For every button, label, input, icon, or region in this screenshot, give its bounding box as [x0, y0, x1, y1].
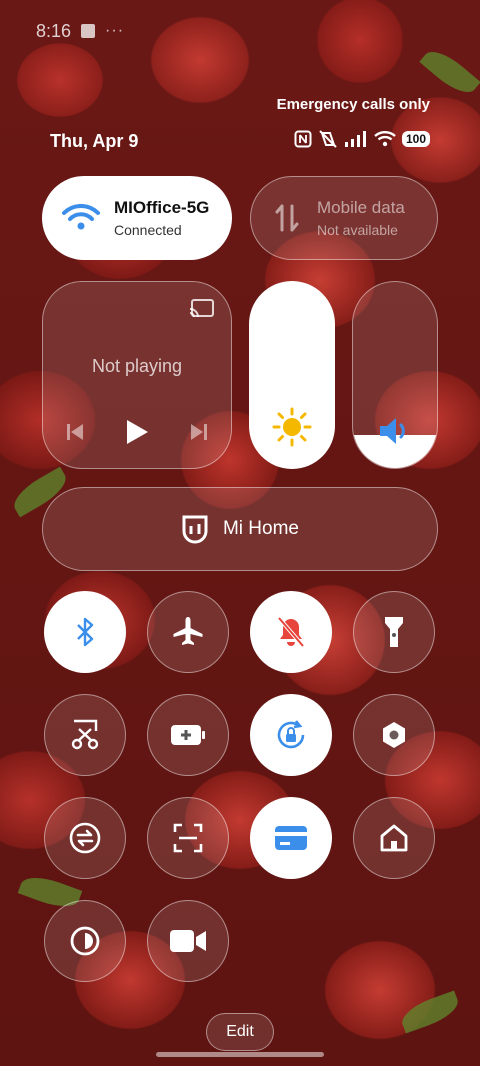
mobile-data-status: Not available [317, 222, 398, 238]
wifi-network-name: MIOffice-5G [114, 198, 210, 217]
edit-button[interactable]: Edit [206, 1013, 274, 1051]
mi-home-icon [182, 515, 208, 544]
video-camera-icon [170, 930, 206, 952]
sync-icon [69, 822, 101, 854]
sun-icon [272, 407, 312, 447]
battery-indicator: 100 [401, 131, 430, 147]
mi-home-label: Mi Home [222, 518, 299, 539]
date-label[interactable]: Thu, Apr 9 [50, 131, 138, 152]
previous-track-icon[interactable] [65, 422, 85, 442]
notification-icon [81, 24, 96, 38]
mobile-data-icon [275, 204, 299, 232]
mobile-data-tile[interactable]: Mobile data Not available [250, 176, 438, 260]
speaker-icon [380, 418, 405, 444]
media-controls [65, 418, 209, 446]
cards-toggle[interactable] [250, 797, 332, 879]
next-track-icon[interactable] [189, 422, 209, 442]
battery-saver-toggle[interactable] [147, 694, 229, 776]
nfc-icon [294, 130, 312, 148]
signal-icon [344, 131, 366, 147]
cast-icon[interactable] [189, 298, 215, 325]
wifi-icon [62, 204, 100, 230]
clock: 8:16 [36, 20, 72, 41]
bluetooth-icon [77, 617, 94, 647]
rotation-lock-toggle[interactable] [250, 694, 332, 776]
battery-plus-icon [171, 725, 205, 745]
mobile-data-label: Mobile data [317, 198, 405, 217]
airplane-mode-toggle[interactable] [147, 591, 229, 673]
flashlight-toggle[interactable] [353, 591, 435, 673]
bluetooth-toggle[interactable] [44, 591, 126, 673]
scissors-icon [71, 719, 99, 750]
screenshot-toggle[interactable] [44, 694, 126, 776]
video-toolbox-toggle[interactable] [147, 900, 229, 982]
card-icon [275, 826, 307, 850]
wifi-tile[interactable]: MIOffice-5G Connected [42, 176, 232, 260]
media-player-tile[interactable]: Not playing [42, 281, 232, 469]
wifi-status: Connected [114, 222, 182, 238]
system-status-icons: 100 [294, 130, 430, 148]
scan-icon [173, 823, 203, 853]
dark-mode-toggle[interactable] [44, 900, 126, 982]
wifi-status-icon [374, 131, 396, 147]
play-icon[interactable] [124, 418, 150, 446]
rotation-lock-icon [277, 720, 305, 749]
silent-mode-toggle[interactable] [250, 591, 332, 673]
settings-toggle[interactable] [353, 694, 435, 776]
status-bar: 8:16 ··· [36, 18, 450, 44]
more-notifications-icon: ··· [105, 22, 125, 39]
carrier-status: Emergency calls only [276, 96, 430, 113]
flashlight-icon [385, 617, 403, 647]
vibrate-off-icon [319, 130, 337, 148]
mi-home-tile[interactable]: Mi Home [42, 487, 438, 571]
scanner-toggle[interactable] [147, 797, 229, 879]
brightness-slider[interactable] [249, 281, 335, 469]
dark-mode-icon [70, 926, 100, 956]
data-saver-toggle[interactable] [44, 797, 126, 879]
home-icon [380, 824, 408, 852]
home-toggle[interactable] [353, 797, 435, 879]
media-status: Not playing [91, 356, 183, 376]
gesture-bar[interactable] [156, 1052, 324, 1057]
volume-slider[interactable] [352, 281, 438, 469]
bell-off-icon [277, 616, 305, 648]
airplane-icon [173, 617, 203, 645]
hexagon-settings-icon [383, 722, 405, 748]
